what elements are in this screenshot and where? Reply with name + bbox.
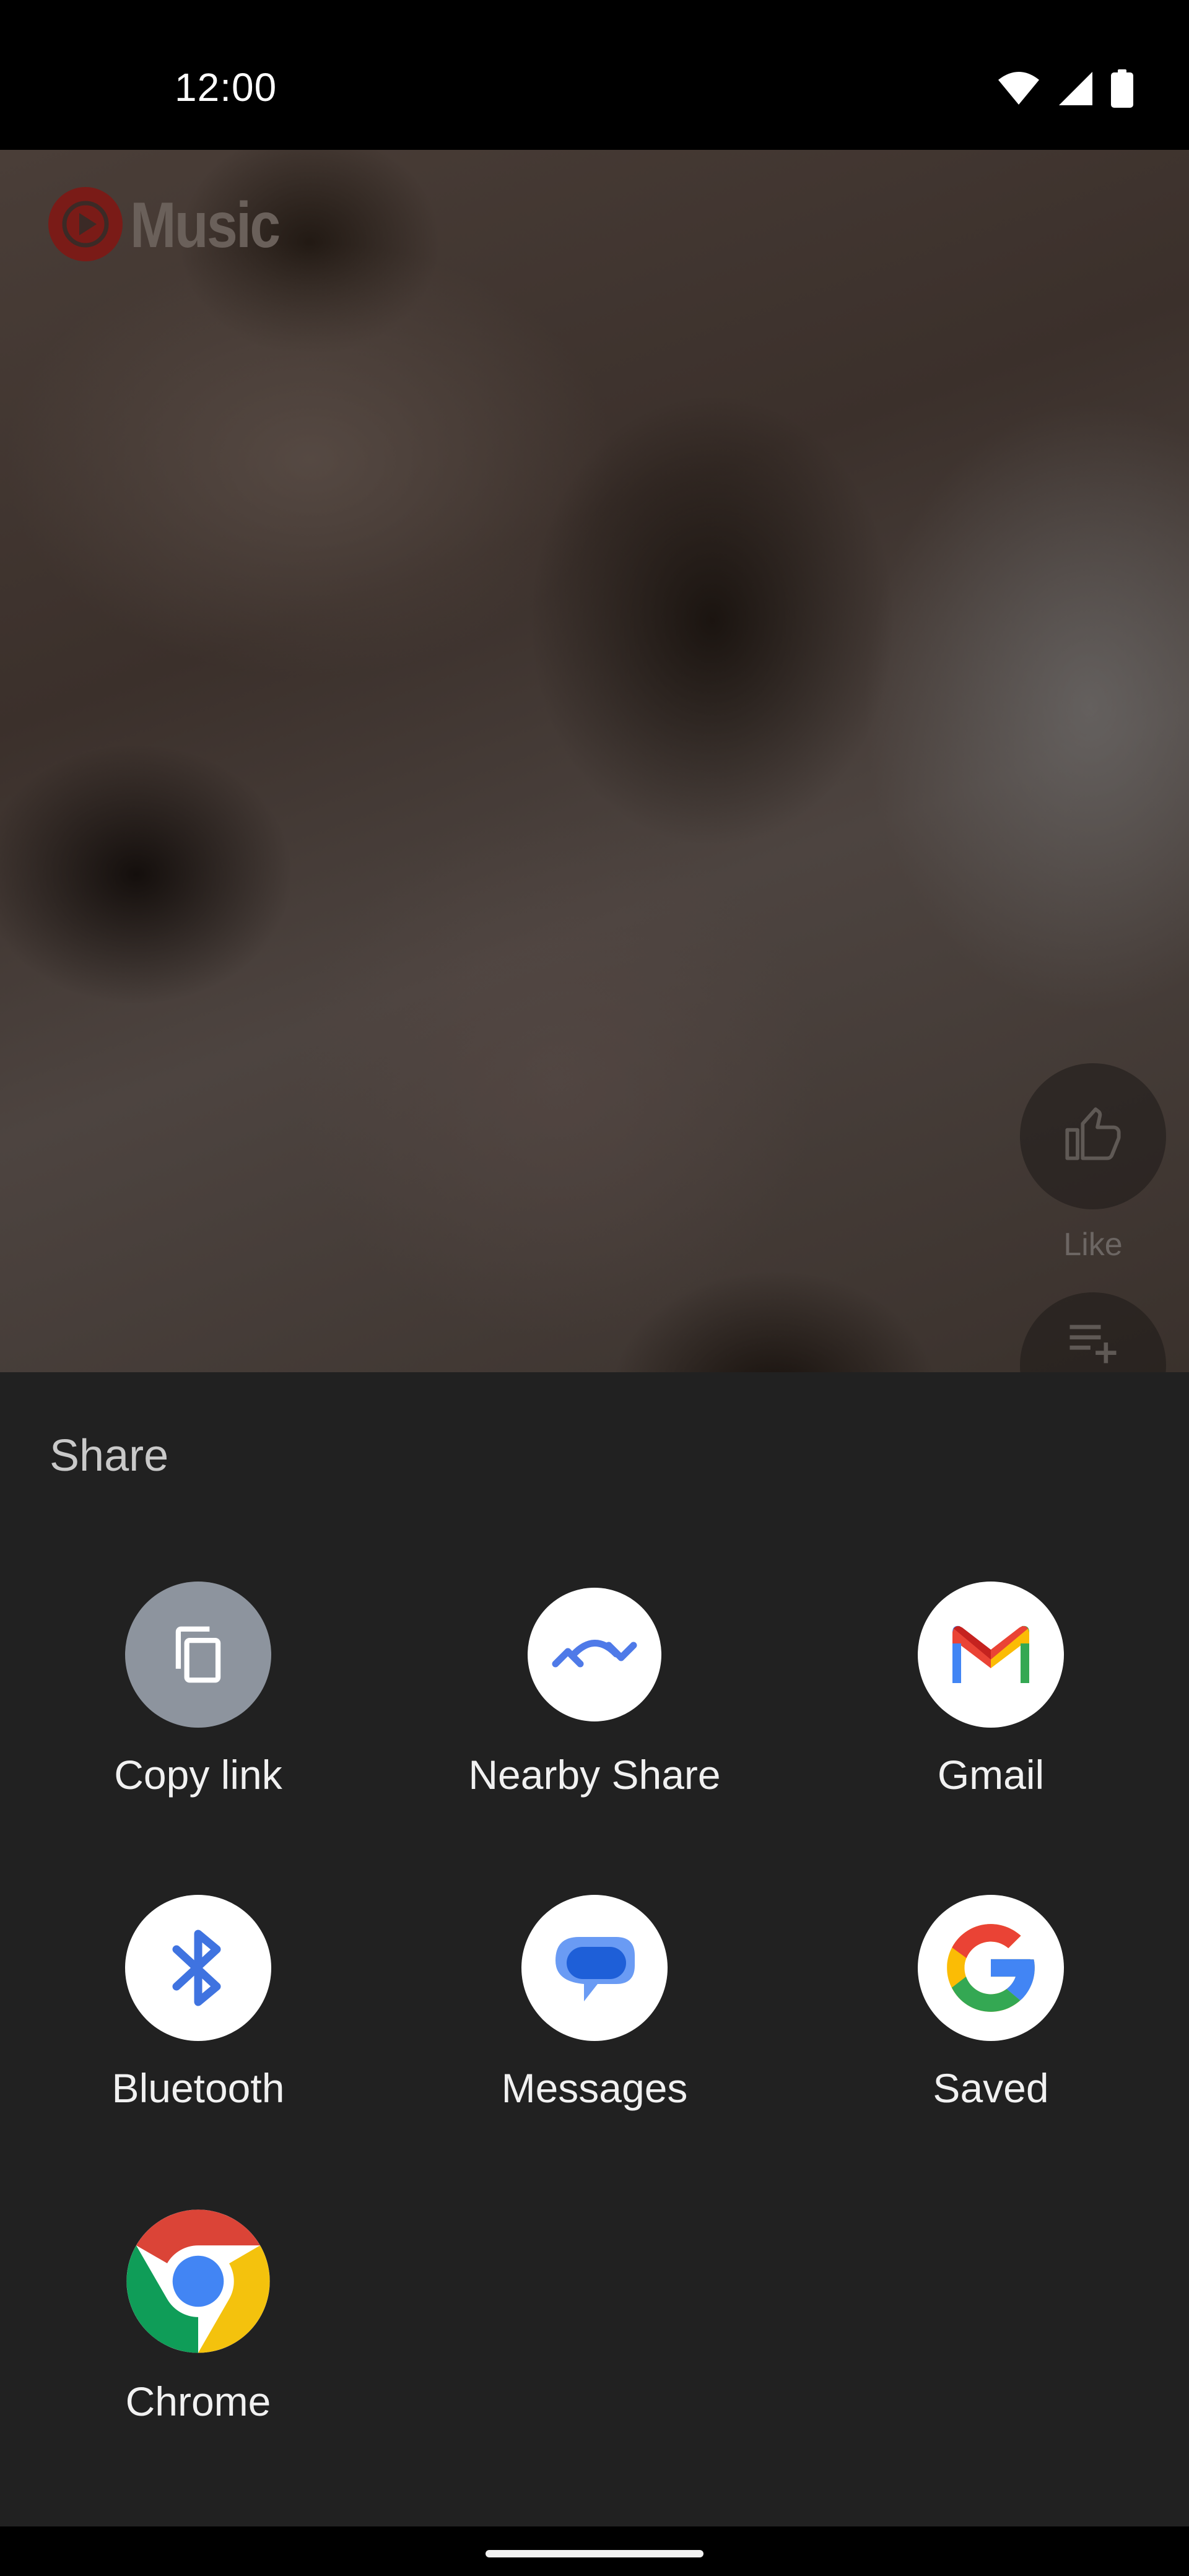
like-label: Like: [1063, 1227, 1123, 1263]
share-target-bluetooth[interactable]: Bluetooth: [0, 1895, 396, 2155]
share-sheet: Share Copy link Nearby Share Gmail Bluet…: [0, 1372, 1189, 2526]
share-sheet-title: Share: [50, 1431, 169, 1481]
bluetooth-icon: [125, 1895, 271, 2041]
share-target-label: Bluetooth: [111, 2065, 285, 2111]
messages-icon: [521, 1895, 668, 2041]
share-target-label: Gmail: [937, 1752, 1045, 1798]
status-icons: [997, 69, 1133, 111]
share-target-label: Nearby Share: [468, 1752, 721, 1798]
youtube-music-logo-icon: [47, 186, 124, 266]
like-button[interactable]: [1020, 1063, 1166, 1209]
share-target-label: Messages: [501, 2065, 688, 2111]
thumbs-up-icon: [1062, 1104, 1124, 1169]
add-to-queue-button[interactable]: [1020, 1292, 1166, 1372]
add-to-queue-icon: [1062, 1325, 1124, 1373]
battery-icon: [1111, 69, 1133, 111]
navigation-bar: [0, 2526, 1189, 2576]
cellular-signal-icon: [1058, 71, 1094, 110]
share-target-messages[interactable]: Messages: [396, 1895, 793, 2155]
nearby-share-icon: [528, 1588, 661, 1721]
status-bar: 12:00: [0, 0, 1189, 150]
share-target-label: Copy link: [114, 1752, 282, 1798]
phone-screen: 12:00 Music Like Share Copy link Nearby …: [0, 0, 1189, 2576]
share-target-copy-link[interactable]: Copy link: [0, 1582, 396, 1842]
wifi-icon: [997, 71, 1040, 109]
home-gesture-handle[interactable]: [486, 2550, 703, 2557]
gmail-icon: [918, 1582, 1064, 1728]
share-target-chrome[interactable]: Chrome: [0, 2208, 396, 2468]
status-time: 12:00: [175, 65, 277, 110]
share-target-gmail[interactable]: Gmail: [793, 1582, 1189, 1842]
chrome-icon: [125, 2208, 271, 2354]
copy-icon: [125, 1582, 271, 1728]
youtube-music-logo: Music: [47, 186, 303, 266]
background-app: Music Like: [0, 150, 1189, 1372]
google-g-icon: [918, 1895, 1064, 2041]
share-target-nearby-share[interactable]: Nearby Share: [396, 1582, 793, 1842]
share-target-saved[interactable]: Saved: [793, 1895, 1189, 2155]
share-target-label: Chrome: [125, 2378, 271, 2424]
share-target-label: Saved: [933, 2065, 1049, 2111]
youtube-music-logo-text: Music: [130, 189, 281, 261]
